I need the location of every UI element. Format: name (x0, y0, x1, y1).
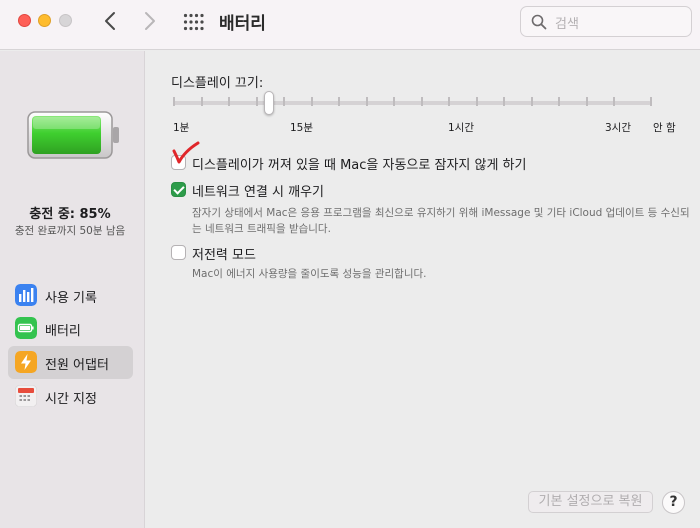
charge-time-remaining: 충전 완료까지 50분 남음 (14, 225, 126, 237)
back-arrow-icon[interactable] (100, 10, 120, 32)
sidebar: 충전 중: 85% 충전 완료까지 50분 남음 사용 기록 배터리 전원 어댑… (0, 51, 145, 528)
wake-for-network-description: 잠자기 상태에서 Mac은 응용 프로그램을 최신으로 유지하기 위해 iMes… (192, 207, 690, 235)
sidebar-item-label: 사용 기록 (45, 291, 97, 306)
system-preferences-window: 배터리 검색 충전 중: 85% 충전 완료까지 50분 남음 사용 기록 배터… (0, 0, 700, 528)
slider-tick (311, 97, 313, 106)
display-off-slider-track[interactable] (173, 101, 651, 105)
low-power-mode-label[interactable]: 저전력 모드 (192, 244, 256, 263)
display-off-slider-thumb[interactable] (264, 91, 274, 115)
sidebar-item-label: 전원 어댑터 (45, 358, 109, 373)
slider-label-1hour: 1시간 (448, 122, 475, 134)
sidebar-item-schedule[interactable]: 시간 지정 (8, 380, 133, 413)
window-title: 배터리 (219, 14, 266, 34)
minimize-window-button[interactable] (38, 14, 51, 27)
low-power-mode-description: Mac이 에너지 사용량을 줄이도록 성능을 관리합니다. (192, 268, 427, 280)
charge-status: 충전 중: 85% (29, 207, 111, 222)
zoom-window-button[interactable] (59, 14, 72, 27)
battery-status-icon (27, 111, 119, 159)
slider-tick (586, 97, 588, 106)
slider-tick (338, 97, 340, 106)
slider-tick (558, 97, 560, 106)
battery-icon (15, 317, 37, 339)
annotation-check-mark (172, 141, 200, 164)
show-all-grid-icon[interactable] (183, 13, 205, 31)
wake-for-network-checkbox[interactable] (171, 182, 186, 197)
wake-for-network-label[interactable]: 네트워크 연결 시 깨우기 (192, 181, 324, 200)
forward-arrow-icon[interactable] (140, 10, 160, 32)
slider-tick (256, 97, 258, 106)
slider-tick (476, 97, 478, 106)
settings-panel: 디스플레이 끄기: 1분 15분 1시간 3시간 안 함 디스플레이가 꺼져 있… (146, 51, 700, 528)
slider-tick (613, 97, 615, 106)
slider-tick (421, 97, 423, 106)
slider-tick (503, 97, 505, 106)
close-window-button[interactable] (18, 14, 31, 27)
help-button[interactable]: ? (662, 491, 685, 514)
sidebar-item-label: 배터리 (45, 324, 81, 339)
search-placeholder: 검색 (555, 17, 579, 32)
slider-tick (201, 97, 203, 106)
search-icon (531, 14, 547, 30)
slider-label-never: 안 함 (653, 122, 676, 134)
slider-tick (173, 97, 175, 106)
slider-tick (650, 97, 652, 106)
usage-history-icon (15, 284, 37, 306)
search-field[interactable]: 검색 (520, 6, 692, 37)
power-adapter-icon (15, 351, 37, 373)
slider-tick (393, 97, 395, 106)
prevent-sleep-label[interactable]: 디스플레이가 꺼져 있을 때 Mac을 자동으로 잠자지 않게 하기 (192, 154, 526, 173)
sidebar-item-power-adapter[interactable]: 전원 어댑터 (8, 346, 133, 379)
restore-defaults-button[interactable]: 기본 설정으로 복원 (528, 491, 653, 513)
slider-tick (283, 97, 285, 106)
slider-tick (366, 97, 368, 106)
schedule-icon (15, 385, 37, 407)
low-power-mode-checkbox[interactable] (171, 245, 186, 260)
sidebar-item-usage-history[interactable]: 사용 기록 (8, 279, 133, 312)
slider-label-3hours: 3시간 (605, 122, 632, 134)
toolbar: 배터리 검색 (0, 0, 700, 50)
slider-tick (228, 97, 230, 106)
slider-label-15min: 15분 (290, 122, 314, 134)
slider-tick (531, 97, 533, 106)
display-off-label: 디스플레이 끄기: (171, 76, 264, 91)
sidebar-item-battery[interactable]: 배터리 (8, 312, 133, 345)
sidebar-item-label: 시간 지정 (45, 392, 97, 407)
slider-tick (448, 97, 450, 106)
slider-label-1min: 1분 (173, 122, 190, 134)
